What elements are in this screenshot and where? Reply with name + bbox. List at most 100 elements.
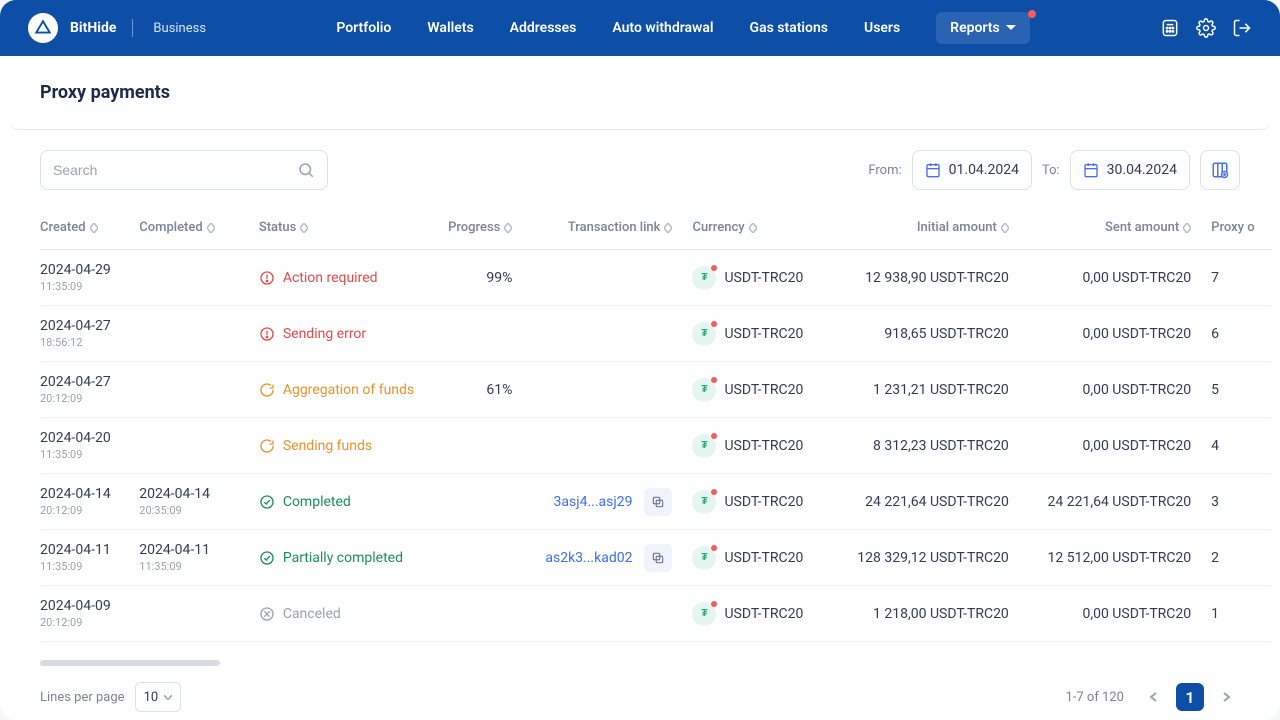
nav-addresses[interactable]: Addresses — [510, 12, 577, 44]
initial-amount: 128 329,12 USDT-TRC20 — [857, 550, 1009, 566]
coin-icon: ₮ — [692, 266, 716, 290]
logout-icon[interactable] — [1232, 18, 1252, 38]
coin-icon: ₮ — [692, 546, 716, 570]
from-date-input[interactable]: 01.04.2024 — [912, 150, 1032, 190]
tx-link[interactable]: 3asj4...asj29 — [554, 494, 633, 510]
table-row[interactable]: 2024-04-2911:35:09 Action required 99% ₮… — [40, 250, 1272, 306]
settings-icon[interactable] — [1196, 18, 1216, 38]
coin-icon: ₮ — [692, 434, 716, 458]
col-sent[interactable]: Sent amount — [1029, 206, 1211, 250]
coin-icon: ₮ — [692, 602, 716, 626]
sent-amount: 0,00 USDT-TRC20 — [1082, 326, 1191, 342]
status-label: Sending funds — [283, 438, 372, 454]
search-input[interactable] — [53, 162, 297, 178]
logo[interactable]: BitHide Business — [28, 13, 206, 43]
col-created[interactable]: Created — [40, 206, 139, 250]
search-icon — [297, 161, 315, 179]
nav-auto-withdrawal[interactable]: Auto withdrawal — [612, 12, 713, 44]
sent-amount: 0,00 USDT-TRC20 — [1082, 270, 1191, 286]
nav-label: Portfolio — [336, 20, 391, 36]
col-proxy[interactable]: Proxy o — [1211, 206, 1272, 250]
status-icon — [259, 550, 275, 566]
created-date: 2024-04-20 — [40, 430, 131, 446]
created-time: 11:35:09 — [40, 280, 131, 293]
toolbar: From: 01.04.2024 To: 30.04.2024 — [8, 150, 1272, 206]
status-icon — [259, 326, 275, 342]
col-tx[interactable]: Transaction link — [532, 206, 692, 250]
calculator-icon[interactable] — [1160, 18, 1180, 38]
calendar-icon — [925, 162, 941, 178]
search-box[interactable] — [40, 150, 328, 190]
initial-amount: 918,65 USDT-TRC20 — [884, 326, 1008, 342]
proxy-value: 3 — [1211, 494, 1219, 510]
col-progress[interactable]: Progress — [443, 206, 532, 250]
currency-label: USDT-TRC20 — [724, 326, 803, 342]
status-icon — [259, 606, 275, 622]
table-row[interactable]: 2024-04-2718:56:12 Sending error ₮USDT-T… — [40, 306, 1272, 362]
created-time: 11:35:09 — [40, 448, 131, 461]
table-row[interactable]: 2024-04-1420:12:09 2024-04-1420:35:09 Co… — [40, 474, 1272, 530]
copy-button[interactable] — [644, 488, 672, 516]
next-page-button[interactable] — [1212, 683, 1240, 711]
nav-label: Gas stations — [750, 20, 828, 36]
sent-amount: 12 512,00 USDT-TRC20 — [1048, 550, 1192, 566]
initial-amount: 12 938,90 USDT-TRC20 — [865, 270, 1009, 286]
status-label: Sending error — [283, 326, 366, 342]
created-time: 18:56:12 — [40, 336, 131, 349]
col-currency[interactable]: Currency — [692, 206, 846, 250]
proxy-value: 7 — [1211, 270, 1219, 286]
status-label: Completed — [283, 494, 351, 510]
horizontal-scrollbar[interactable] — [40, 660, 1240, 666]
nav-gas-stations[interactable]: Gas stations — [750, 12, 828, 44]
header: BitHide Business Portfolio Wallets Addre… — [0, 0, 1280, 56]
page-title: Proxy payments — [40, 82, 1240, 103]
sent-amount: 0,00 USDT-TRC20 — [1082, 606, 1191, 622]
calendar-icon — [1083, 162, 1099, 178]
nav-wallets[interactable]: Wallets — [427, 12, 473, 44]
created-date: 2024-04-09 — [40, 598, 131, 614]
sent-amount: 0,00 USDT-TRC20 — [1082, 382, 1191, 398]
created-time: 20:12:09 — [40, 504, 131, 517]
logo-icon — [28, 13, 58, 43]
notification-dot — [1028, 10, 1036, 18]
initial-amount: 1 231,21 USDT-TRC20 — [873, 382, 1009, 398]
created-date: 2024-04-27 — [40, 374, 131, 390]
per-page-select[interactable]: 10 — [135, 682, 182, 712]
main-nav: Portfolio Wallets Addresses Auto withdra… — [206, 12, 1160, 44]
copy-button[interactable] — [644, 544, 672, 572]
col-initial[interactable]: Initial amount — [846, 206, 1028, 250]
column-settings-button[interactable] — [1200, 150, 1240, 190]
chevron-down-icon — [1006, 25, 1016, 31]
proxy-value: 1 — [1211, 606, 1219, 622]
sort-icon — [1183, 223, 1191, 233]
created-date: 2024-04-11 — [40, 542, 131, 558]
table-row[interactable]: 2024-04-2011:35:09 Sending funds ₮USDT-T… — [40, 418, 1272, 474]
col-status[interactable]: Status — [259, 206, 443, 250]
to-date-input[interactable]: 30.04.2024 — [1070, 150, 1190, 190]
initial-amount: 24 221,64 USDT-TRC20 — [865, 494, 1009, 510]
nav-label: Reports — [950, 20, 1000, 36]
chevron-left-icon — [1148, 691, 1160, 703]
tx-link[interactable]: as2k3...kad02 — [545, 550, 632, 566]
nav-reports[interactable]: Reports — [936, 12, 1030, 44]
chevron-down-icon — [164, 695, 172, 700]
nav-label: Addresses — [510, 20, 577, 36]
pagination-range: 1-7 of 120 — [1065, 690, 1124, 705]
page-1-button[interactable]: 1 — [1176, 683, 1204, 711]
per-page-value: 10 — [144, 690, 159, 705]
col-label: Transaction link — [568, 220, 661, 235]
initial-amount: 1 218,00 USDT-TRC20 — [873, 606, 1009, 622]
table-row[interactable]: 2024-04-1111:35:09 2024-04-1111:35:09 Pa… — [40, 530, 1272, 586]
table-row[interactable]: 2024-04-2720:12:09 Aggregation of funds … — [40, 362, 1272, 418]
columns-icon — [1211, 161, 1229, 179]
col-completed[interactable]: Completed — [139, 206, 259, 250]
status-icon — [259, 382, 275, 398]
nav-users[interactable]: Users — [864, 12, 900, 44]
scroll-thumb[interactable] — [40, 660, 220, 666]
proxy-value: 4 — [1211, 438, 1219, 454]
pagination: Lines per page 10 1-7 of 120 1 — [8, 674, 1272, 712]
created-date: 2024-04-29 — [40, 262, 131, 278]
table-row[interactable]: 2024-04-0920:12:09 Canceled ₮USDT-TRC20 … — [40, 586, 1272, 642]
nav-portfolio[interactable]: Portfolio — [336, 12, 391, 44]
prev-page-button[interactable] — [1140, 683, 1168, 711]
